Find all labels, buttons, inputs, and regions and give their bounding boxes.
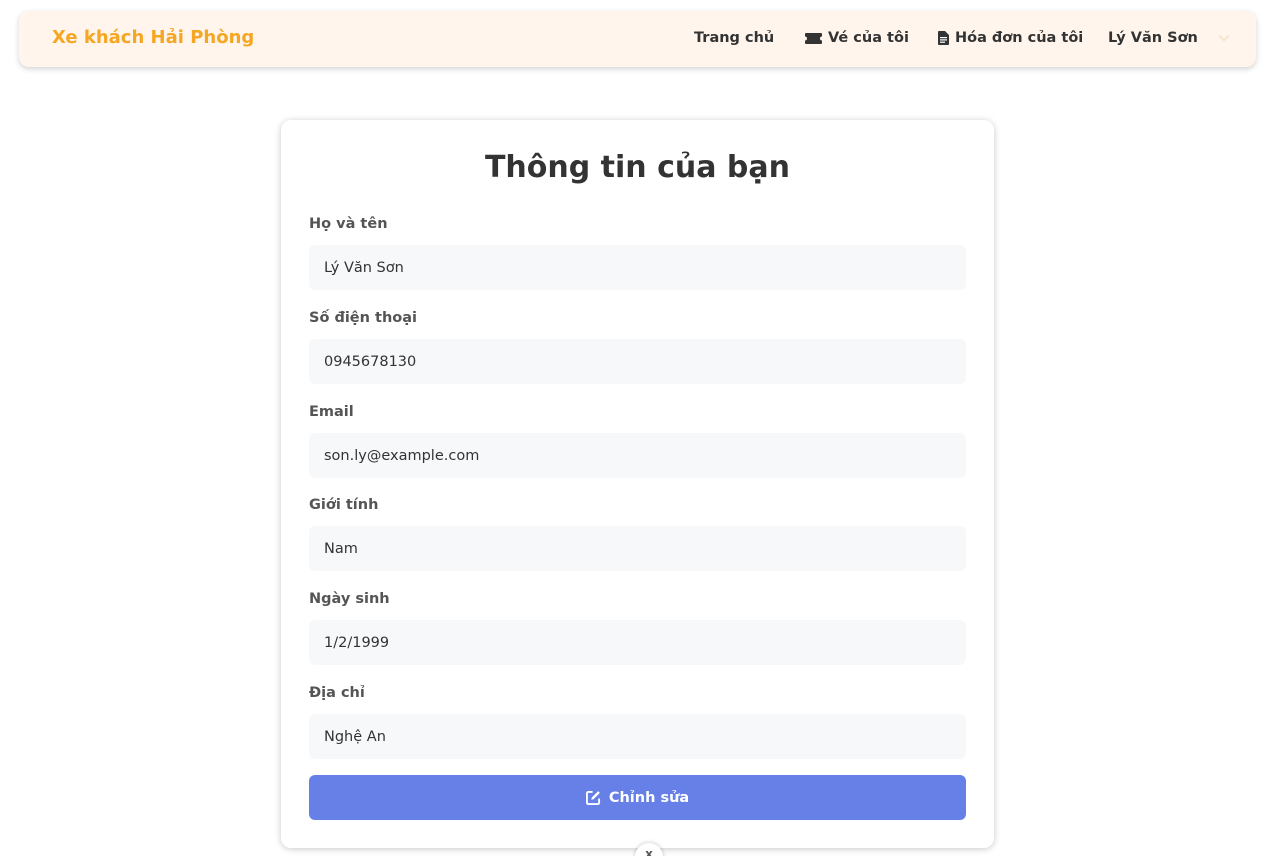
- edit-button[interactable]: Chỉnh sửa: [309, 775, 966, 820]
- nav-home-label: Trang chủ: [694, 30, 775, 46]
- nav-links: Trang chủ Vé của tôi Hóa đơn của tôi Lý …: [19, 11, 1256, 67]
- gender-field[interactable]: [309, 526, 966, 571]
- edit-button-label: Chỉnh sửa: [608, 789, 690, 806]
- email-label: Email: [309, 404, 354, 420]
- nav-home-link[interactable]: Trang chủ: [694, 30, 774, 46]
- gender-label: Giới tính: [309, 497, 379, 513]
- nav-my-tickets-label: Vé của tôi: [828, 30, 909, 46]
- full-name-group: Họ và tên: [309, 214, 966, 290]
- full-name-label: Họ và tên: [309, 216, 388, 232]
- close-glyph: x: [645, 847, 653, 856]
- phone-label: Số điện thoại: [309, 310, 417, 326]
- email-group: Email: [309, 402, 966, 478]
- email-field[interactable]: [309, 433, 966, 478]
- navbar: Xe khách Hải Phòng Trang chủ Vé của tôi …: [19, 11, 1256, 67]
- phone-field[interactable]: [309, 339, 966, 384]
- user-name: Lý Văn Sơn: [1108, 30, 1198, 46]
- address-field[interactable]: [309, 714, 966, 759]
- phone-group: Số điện thoại: [309, 308, 966, 384]
- gender-group: Giới tính: [309, 495, 966, 571]
- edit-icon: [585, 790, 600, 805]
- chevron-down-icon: [1218, 30, 1230, 42]
- nav-my-tickets-link[interactable]: Vé của tôi: [805, 30, 909, 46]
- ticket-icon: [805, 32, 822, 44]
- address-group: Địa chỉ: [309, 683, 966, 759]
- nav-my-invoices-link[interactable]: Hóa đơn của tôi: [938, 30, 1083, 46]
- birthdate-field[interactable]: [309, 620, 966, 665]
- page-title: Thông tin của bạn: [484, 150, 791, 185]
- nav-my-invoices-label: Hóa đơn của tôi: [955, 30, 1084, 46]
- full-name-field[interactable]: [309, 245, 966, 290]
- file-invoice-icon: [938, 31, 949, 45]
- birthdate-group: Ngày sinh: [309, 589, 966, 665]
- user-menu-toggle[interactable]: Lý Văn Sơn: [1108, 30, 1230, 46]
- address-label: Địa chỉ: [309, 685, 365, 701]
- profile-card: Thông tin của bạn Họ và tên Số điện thoạ…: [281, 120, 994, 848]
- birthdate-label: Ngày sinh: [309, 591, 390, 607]
